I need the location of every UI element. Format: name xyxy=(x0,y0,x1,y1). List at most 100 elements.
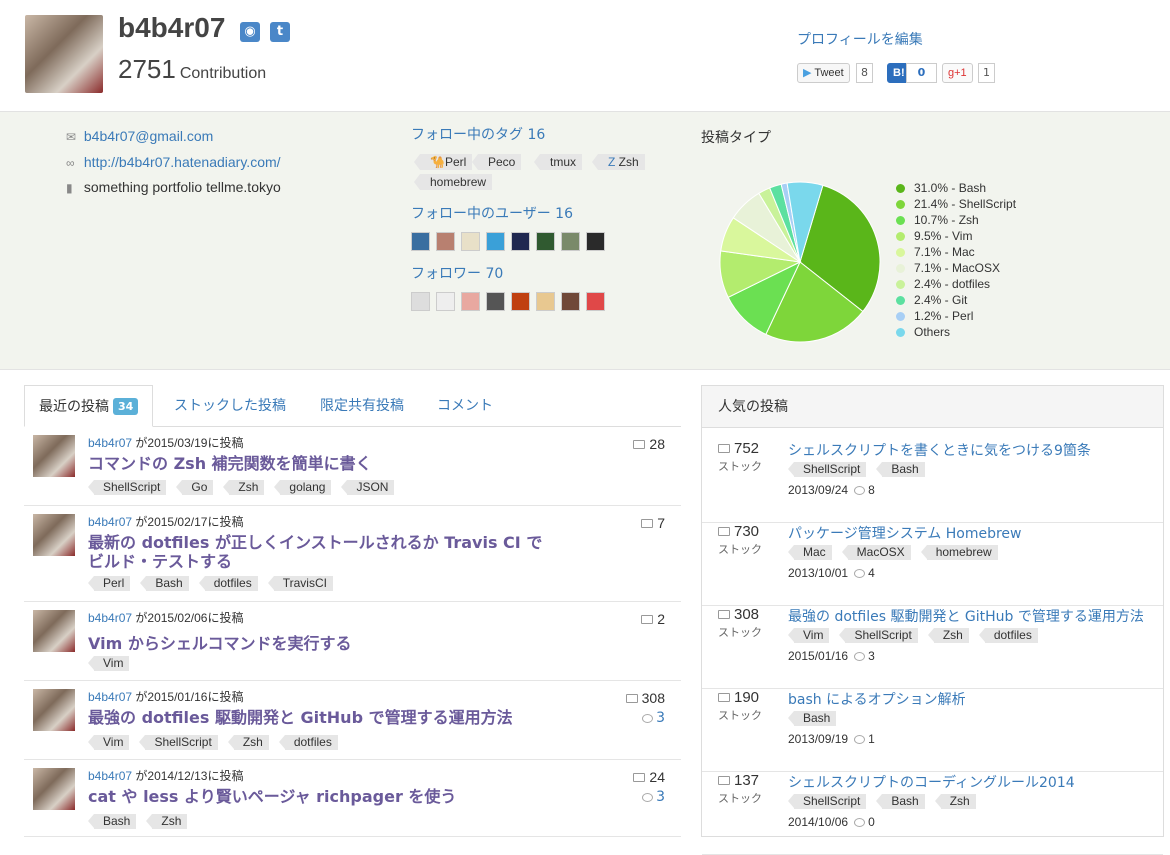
tag-chip[interactable]: TravisCI xyxy=(267,576,333,591)
tag-chip[interactable]: dotfiles xyxy=(198,576,258,591)
user-avatar[interactable] xyxy=(511,232,530,251)
comment-icon xyxy=(642,793,654,802)
tag-chip[interactable]: MacOSX xyxy=(841,545,911,560)
following-users-link[interactable]: フォロー中のユーザー 16 xyxy=(411,203,573,223)
twitter-icon[interactable]: t xyxy=(270,22,290,42)
tag-chip[interactable]: Mac xyxy=(788,545,832,560)
tag-chip[interactable]: dotfiles xyxy=(978,628,1038,643)
post-tags: Perl Bash dotfiles TravisCI xyxy=(87,576,333,591)
popular-title-link[interactable]: 最強の dotfiles 駆動開発と GitHub で管理する運用方法 xyxy=(788,606,1144,626)
post-title-link[interactable]: 最強の dotfiles 駆動開発と GitHub で管理する運用方法 xyxy=(88,708,558,727)
post-meta: b4b4r07 が2015/02/17に投稿 xyxy=(88,515,244,529)
website-row: ∞ http://b4b4r07.hatenadiary.com/ xyxy=(66,154,281,170)
comment-count[interactable]: 3 xyxy=(636,710,665,726)
avatar[interactable] xyxy=(33,435,75,477)
tag-perl[interactable]: 🐪Perl xyxy=(413,154,473,170)
legend-label: 9.5% - Vim xyxy=(914,229,973,243)
tweet-button[interactable]: ▶ Tweet xyxy=(797,63,850,83)
legend-item: 31.0% - Bash xyxy=(896,180,1016,196)
tag-chip[interactable]: golang xyxy=(274,480,332,495)
user-avatar[interactable] xyxy=(461,232,480,251)
user-avatar[interactable] xyxy=(586,292,605,311)
book-icon: ▮ xyxy=(66,181,73,195)
tag-chip[interactable]: Vim xyxy=(87,656,130,671)
gplus-button[interactable]: g+1 xyxy=(942,63,973,83)
legend-swatch xyxy=(896,200,905,209)
post-title-link[interactable]: cat や less より賢いページャ richpager を使う xyxy=(88,787,558,806)
post-user-link[interactable]: b4b4r07 xyxy=(88,515,132,529)
tag-chip[interactable]: homebrew xyxy=(920,545,998,560)
post-tags: Vim ShellScript Zsh dotfiles xyxy=(87,735,338,750)
folder-icon xyxy=(718,527,730,536)
user-avatar[interactable] xyxy=(536,232,555,251)
avatar[interactable] xyxy=(25,15,103,93)
tag-chip[interactable]: Vim xyxy=(87,735,130,750)
tag-chip[interactable]: Perl xyxy=(87,576,131,591)
website-link[interactable]: http://b4b4r07.hatenadiary.com/ xyxy=(84,154,281,170)
post-title-link[interactable]: Vim からシェルコマンドを実行する xyxy=(88,634,558,653)
avatar[interactable] xyxy=(33,768,75,810)
tag-chip[interactable]: Bash xyxy=(876,794,925,809)
email-link[interactable]: b4b4r07@gmail.com xyxy=(84,128,213,144)
popular-title-link[interactable]: シェルスクリプトを書くときに気をつける9箇条 xyxy=(788,440,1091,460)
tag-chip[interactable]: Zsh xyxy=(146,814,188,829)
tag-chip[interactable]: Zsh xyxy=(227,735,269,750)
user-avatar[interactable] xyxy=(436,292,455,311)
post-user-link[interactable]: b4b4r07 xyxy=(88,436,132,450)
post-user-link[interactable]: b4b4r07 xyxy=(88,611,132,625)
avatar[interactable] xyxy=(33,689,75,731)
user-avatar[interactable] xyxy=(536,292,555,311)
user-avatar[interactable] xyxy=(561,232,580,251)
popular-date: 2014/10/06 0 xyxy=(788,815,875,829)
user-avatar[interactable] xyxy=(586,232,605,251)
tag-chip[interactable]: JSON xyxy=(341,480,395,495)
user-avatar[interactable] xyxy=(436,232,455,251)
tab-comments[interactable]: コメント xyxy=(437,385,493,427)
tag-chip[interactable]: Zsh xyxy=(223,480,265,495)
following-tags-link[interactable]: フォロー中のタグ 16 xyxy=(411,124,545,144)
legend-item: 21.4% - ShellScript xyxy=(896,196,1016,212)
post-user-link[interactable]: b4b4r07 xyxy=(88,769,132,783)
tag-chip[interactable]: ShellScript xyxy=(839,628,918,643)
tab-stocked[interactable]: ストックした投稿 xyxy=(174,385,286,427)
github-icon[interactable]: ◉ xyxy=(240,22,260,42)
post-title-link[interactable]: コマンドの Zsh 補完関数を簡単に書く xyxy=(88,454,558,473)
tag-chip[interactable]: Zsh xyxy=(934,794,976,809)
post-user-link[interactable]: b4b4r07 xyxy=(88,690,132,704)
user-avatar[interactable] xyxy=(561,292,580,311)
tag-chip[interactable]: Go xyxy=(176,480,214,495)
tab-recent[interactable]: 最近の投稿 34 xyxy=(24,385,154,427)
comment-count[interactable]: 3 xyxy=(636,789,665,805)
tag-tmux[interactable]: tmux xyxy=(533,154,583,170)
tag-chip[interactable]: ShellScript xyxy=(787,794,867,809)
tag-chip[interactable]: ShellScript xyxy=(139,735,218,750)
popular-title-link[interactable]: シェルスクリプトのコーディングルール2014 xyxy=(788,772,1075,792)
tab-limited[interactable]: 限定共有投稿 xyxy=(320,385,404,427)
tag-chip[interactable]: ShellScript xyxy=(87,480,167,495)
tag-chip[interactable]: Zsh xyxy=(927,628,969,643)
tag-zsh[interactable]: Z Zsh xyxy=(592,154,645,170)
user-avatar[interactable] xyxy=(511,292,530,311)
tag-chip[interactable]: Bash xyxy=(140,576,189,591)
edit-profile-link[interactable]: プロフィールを編集 xyxy=(797,29,923,49)
avatar[interactable] xyxy=(33,610,75,652)
avatar[interactable] xyxy=(33,514,75,556)
popular-title-link[interactable]: bash によるオプション解析 xyxy=(788,689,966,709)
user-avatar[interactable] xyxy=(411,232,430,251)
user-avatar[interactable] xyxy=(461,292,480,311)
tag-chip[interactable]: Vim xyxy=(787,628,830,643)
post-title-link[interactable]: 最新の dotfiles が正しくインストールされるか Travis CI でビ… xyxy=(88,533,558,571)
user-avatar[interactable] xyxy=(486,292,505,311)
user-avatar[interactable] xyxy=(486,232,505,251)
tag-peco[interactable]: Peco xyxy=(471,154,522,170)
tag-homebrew[interactable]: homebrew xyxy=(413,174,493,190)
tag-chip[interactable]: dotfiles xyxy=(278,735,338,750)
tag-chip[interactable]: Bash xyxy=(787,711,837,726)
tag-chip[interactable]: Bash xyxy=(87,814,137,829)
followers-link[interactable]: フォロワー 70 xyxy=(411,263,503,283)
popular-title-link[interactable]: パッケージ管理システム Homebrew xyxy=(788,523,1022,543)
stock-count: 137 xyxy=(718,772,759,789)
tag-chip[interactable]: ShellScript xyxy=(787,462,867,477)
tag-chip[interactable]: Bash xyxy=(876,462,925,477)
user-avatar[interactable] xyxy=(411,292,430,311)
